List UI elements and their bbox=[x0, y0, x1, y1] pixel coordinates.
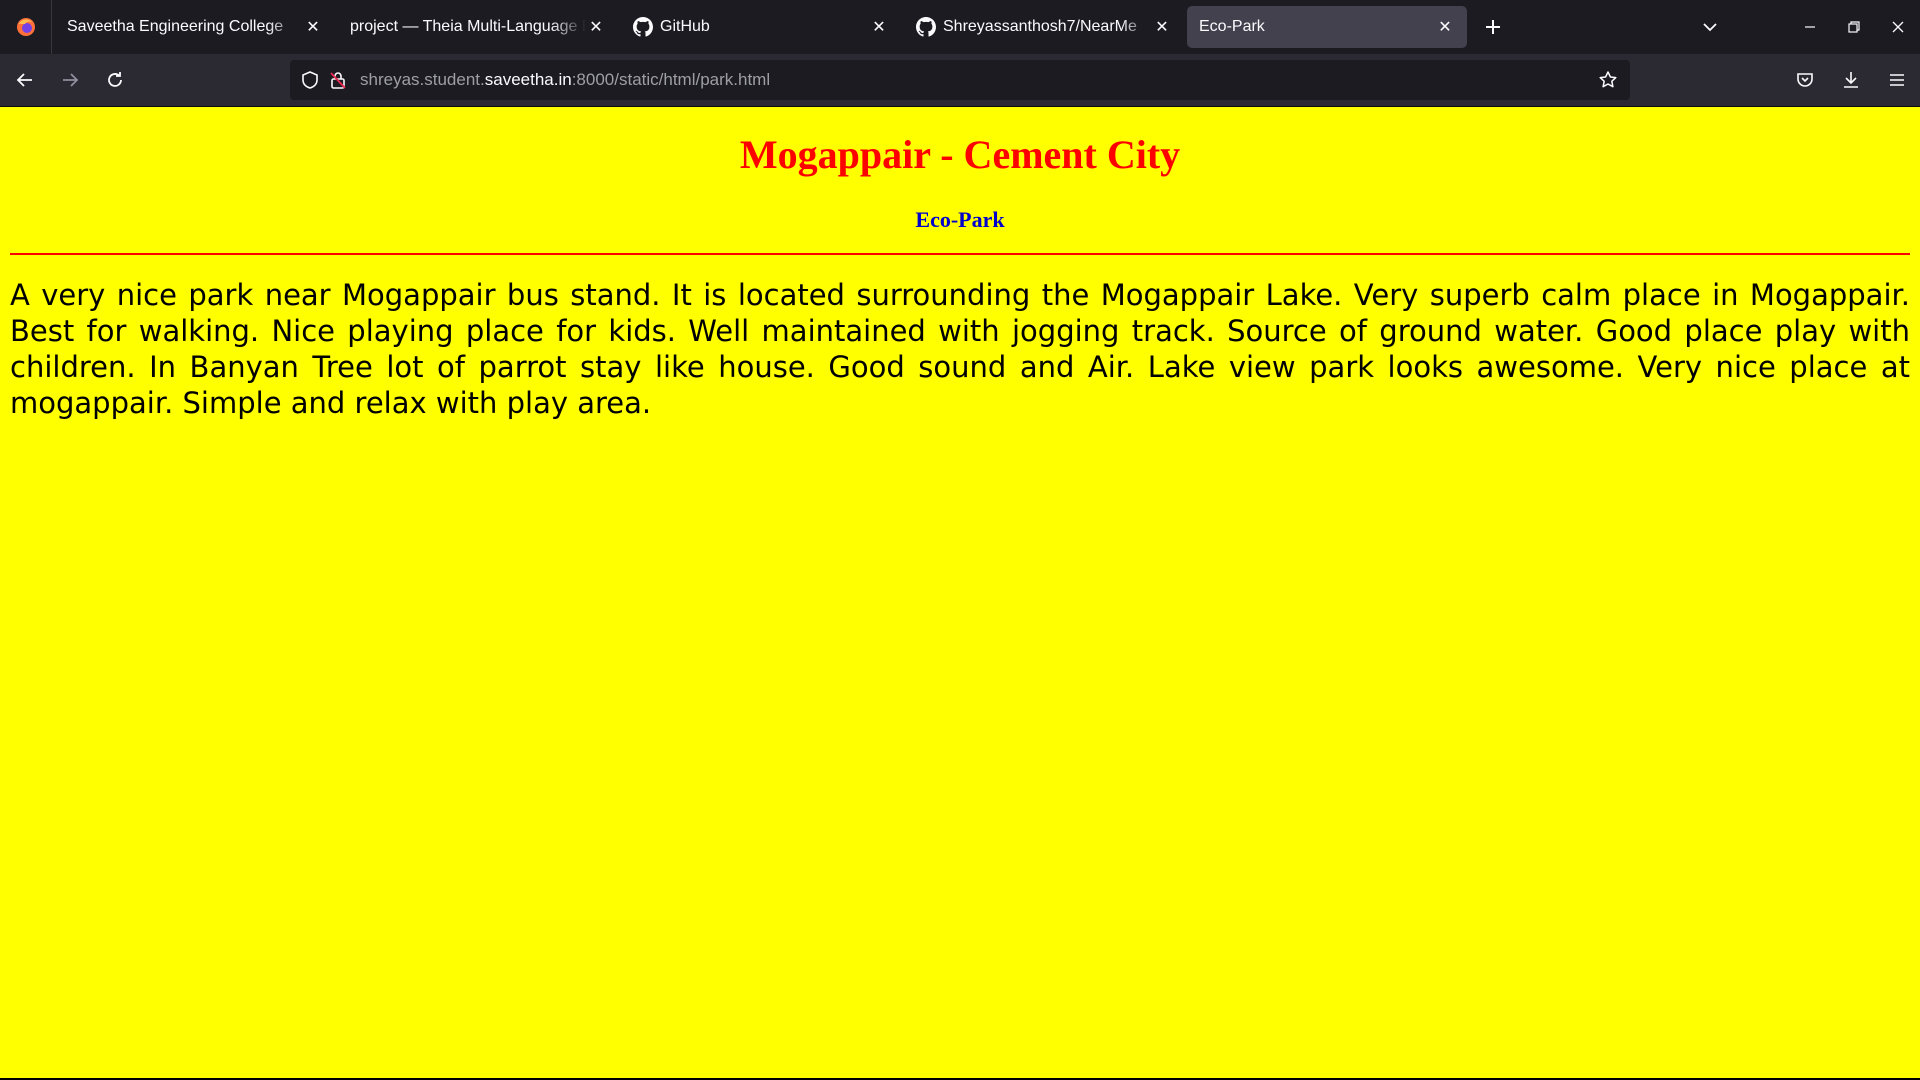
url-path: :8000/static/html/park.html bbox=[571, 70, 771, 89]
forward-button[interactable] bbox=[50, 60, 90, 100]
url-prefix: shreyas.student. bbox=[360, 70, 485, 89]
minimize-button[interactable] bbox=[1788, 0, 1832, 54]
tab-strip: Saveetha Engineering College ✕ project —… bbox=[0, 0, 1920, 54]
list-all-tabs-button[interactable] bbox=[1692, 9, 1728, 45]
menu-button[interactable] bbox=[1877, 60, 1917, 100]
close-window-button[interactable] bbox=[1876, 0, 1920, 54]
close-icon bbox=[1892, 21, 1904, 33]
tab-title: Shreyassanthosh7/NearMe bbox=[943, 18, 1137, 35]
pocket-icon bbox=[1797, 73, 1813, 87]
download-icon bbox=[1844, 72, 1858, 88]
divider bbox=[10, 253, 1910, 255]
tab-github[interactable]: GitHub ✕ bbox=[621, 6, 901, 48]
insecure-lock-icon[interactable] bbox=[324, 66, 352, 94]
browser-window: Saveetha Engineering College ✕ project —… bbox=[0, 0, 1920, 1080]
tab-title: GitHub bbox=[660, 18, 710, 35]
tab-title: Eco-Park bbox=[1199, 18, 1265, 35]
tab-eco-park[interactable]: Eco-Park ✕ bbox=[1187, 6, 1467, 48]
page-title: Mogappair - Cement City bbox=[739, 132, 1181, 177]
bookmark-star-icon[interactable] bbox=[1594, 66, 1622, 94]
tab-theia-project[interactable]: project — Theia Multi-Language Example ✕ bbox=[338, 6, 618, 48]
downloads-button[interactable] bbox=[1831, 60, 1871, 100]
arrow-left-icon bbox=[16, 73, 32, 87]
tab-title: project — Theia Multi-Language Example bbox=[350, 18, 586, 35]
page-description: A very nice park near Mogappair bus stan… bbox=[10, 278, 1910, 420]
plus-icon bbox=[1486, 20, 1500, 34]
tabbar-controls bbox=[1692, 0, 1920, 54]
restore-icon bbox=[1848, 21, 1860, 33]
firefox-icon bbox=[16, 18, 35, 36]
arrow-right-icon bbox=[63, 73, 79, 87]
github-icon bbox=[916, 17, 936, 37]
page-content: Mogappair - Cement City Eco-Park A very … bbox=[0, 107, 1920, 1080]
tab-saveetha[interactable]: Saveetha Engineering College ✕ bbox=[55, 6, 335, 48]
tab-title: Saveetha Engineering College bbox=[67, 18, 284, 35]
toolbar-right bbox=[1782, 54, 1920, 106]
url-text: shreyas.student.saveetha.in:8000/static/… bbox=[360, 70, 770, 90]
restore-button[interactable] bbox=[1832, 0, 1876, 54]
tab-nearme-repo[interactable]: Shreyassanthosh7/NearMe ✕ bbox=[904, 6, 1184, 48]
shield-icon[interactable] bbox=[296, 66, 324, 94]
reload-icon bbox=[108, 72, 122, 87]
close-icon[interactable]: ✕ bbox=[303, 17, 323, 37]
close-icon[interactable]: ✕ bbox=[1152, 17, 1172, 37]
close-icon[interactable]: ✕ bbox=[869, 17, 889, 37]
pocket-button[interactable] bbox=[1785, 60, 1825, 100]
close-icon[interactable]: ✕ bbox=[1435, 17, 1455, 37]
page-subtitle: Eco-Park bbox=[915, 207, 1005, 232]
navigation-toolbar: shreyas.student.saveetha.in:8000/static/… bbox=[0, 54, 1920, 107]
github-icon bbox=[633, 17, 653, 37]
url-host: saveetha.in bbox=[484, 70, 572, 89]
back-button[interactable] bbox=[5, 60, 45, 100]
address-bar[interactable]: shreyas.student.saveetha.in:8000/static/… bbox=[290, 60, 1630, 100]
close-icon[interactable]: ✕ bbox=[586, 17, 606, 37]
new-tab-button[interactable] bbox=[1475, 9, 1511, 45]
hamburger-icon bbox=[1890, 74, 1904, 86]
chevron-down-icon bbox=[1703, 23, 1717, 32]
minimize-icon bbox=[1805, 26, 1815, 28]
firefox-menu-button[interactable] bbox=[0, 0, 52, 54]
reload-button[interactable] bbox=[95, 60, 135, 100]
